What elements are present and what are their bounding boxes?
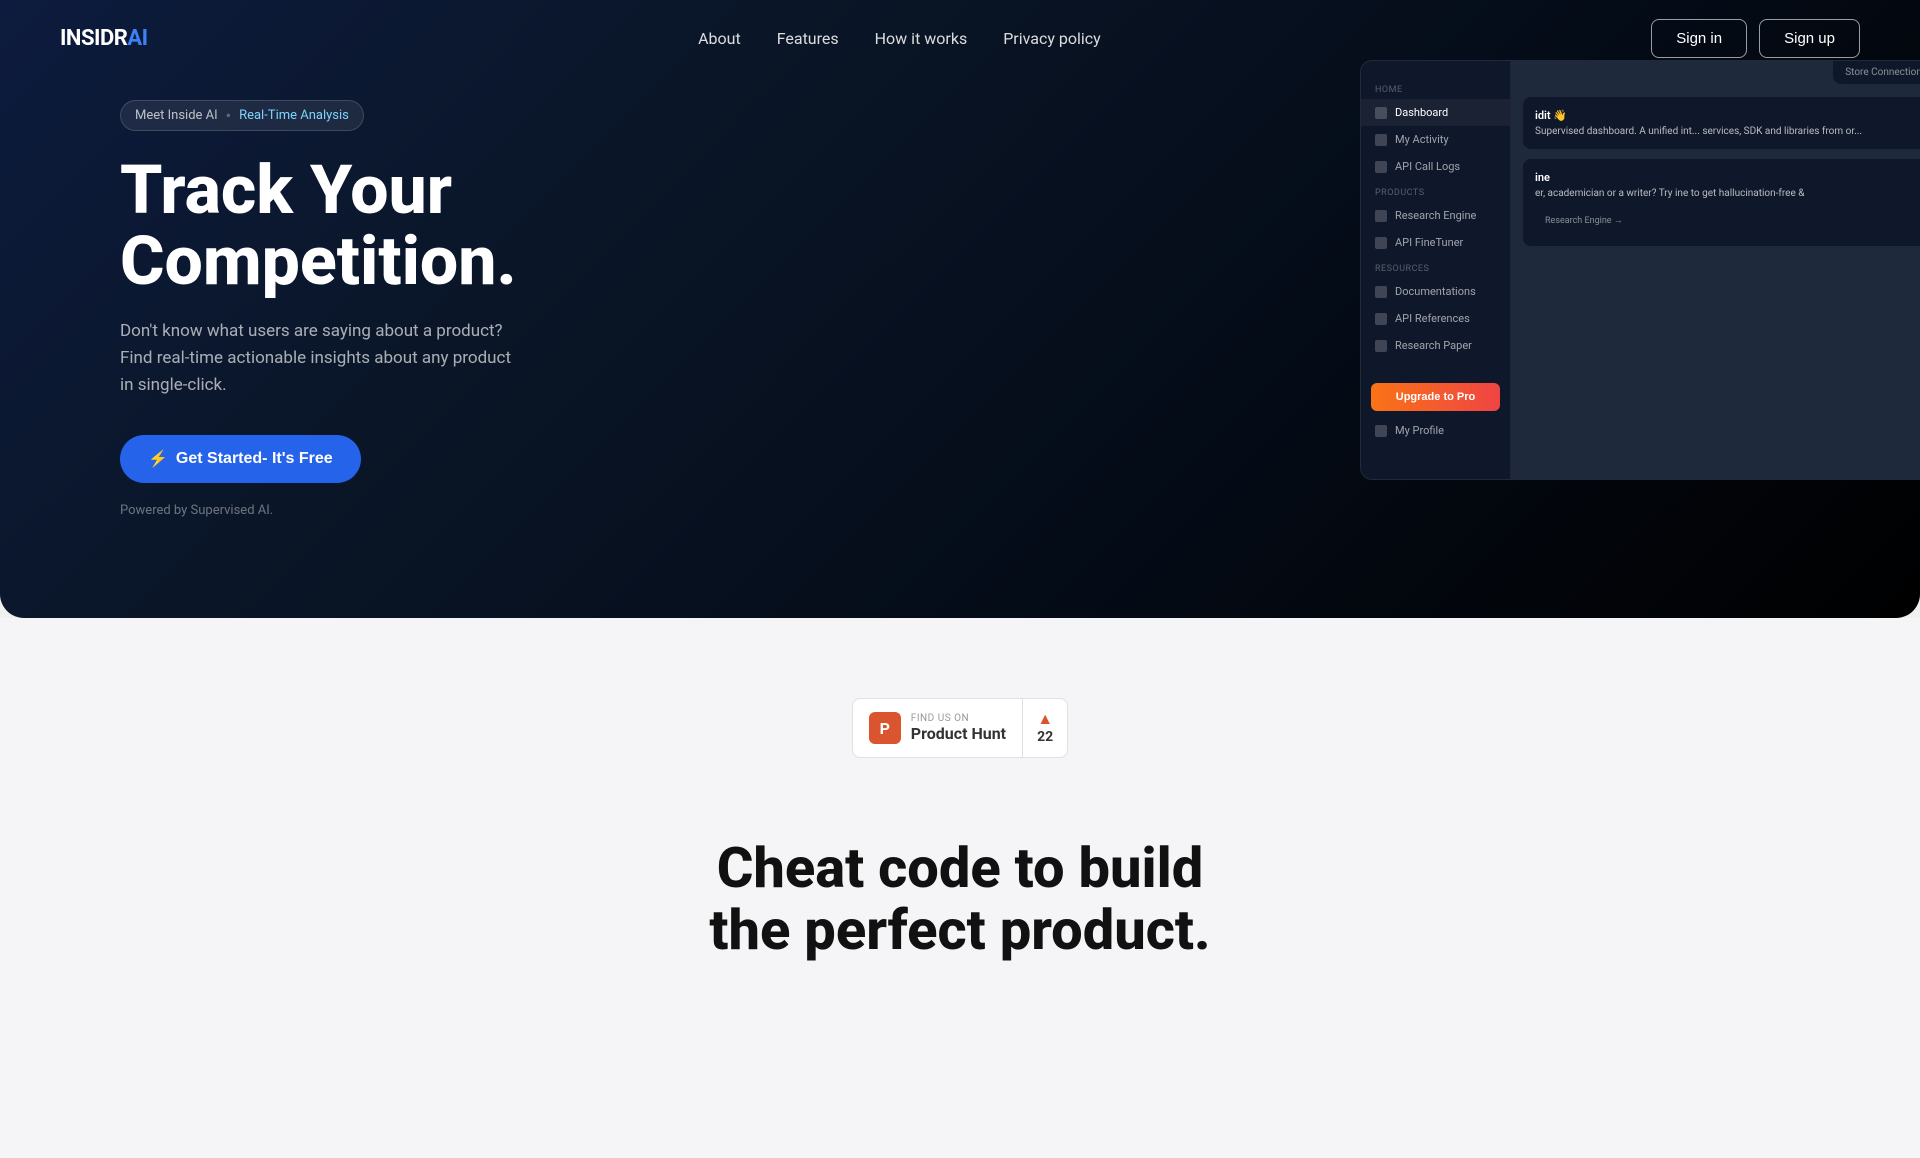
ph-text-block: FIND US ON Product Hunt — [911, 713, 1006, 743]
card-text-2: er, academician or a writer? Try ine to … — [1535, 188, 1915, 199]
cta-button[interactable]: ⚡ Get Started- It's Free — [120, 435, 361, 483]
api-logs-icon — [1375, 161, 1387, 173]
ph-arrow-icon: ▲ — [1037, 711, 1053, 727]
cta-label: Get Started- It's Free — [176, 450, 333, 468]
bottom-section-title: Cheat code to build the perfect product. — [660, 838, 1260, 961]
cta-icon: ⚡ — [148, 449, 168, 469]
sidebar-documentations[interactable]: Documentations — [1361, 278, 1510, 305]
ph-left: P FIND US ON Product Hunt — [853, 700, 1022, 756]
ph-find-us-text: FIND US ON — [911, 713, 1006, 724]
dashboard-mockup: HOME Dashboard My Activity API Call Logs… — [1360, 60, 1920, 480]
research-engine-link[interactable]: Research Engine → — [1535, 207, 1915, 234]
sidebar-my-profile[interactable]: My Profile — [1361, 417, 1510, 444]
sidebar-products-label: PRODUCTS — [1361, 180, 1510, 202]
profile-icon — [1375, 425, 1387, 437]
research-icon — [1375, 210, 1387, 222]
nav-buttons: Sign in Sign up — [1651, 19, 1860, 58]
card-text-1: Supervised dashboard. A unified int... s… — [1535, 126, 1915, 137]
brand-logo: INSIDRAI — [60, 26, 148, 51]
sidebar-research-engine[interactable]: Research Engine — [1361, 202, 1510, 229]
hero-content: Meet Inside AI • Real-Time Analysis Trac… — [0, 0, 520, 578]
sidebar-research-paper[interactable]: Research Paper — [1361, 332, 1510, 359]
navbar: INSIDRAI About Features How it works Pri… — [0, 0, 1920, 76]
sidebar-home-label: HOME — [1361, 77, 1510, 99]
hero-section: Meet Inside AI • Real-Time Analysis Trac… — [0, 0, 1920, 618]
nav-privacy[interactable]: Privacy policy — [1003, 29, 1101, 48]
nav-how-it-works[interactable]: How it works — [875, 29, 968, 48]
signin-button[interactable]: Sign in — [1651, 19, 1747, 58]
card-title-1: idit 👋 — [1535, 109, 1915, 122]
sidebar-api-call-logs[interactable]: API Call Logs — [1361, 153, 1510, 180]
fine-tuner-icon — [1375, 237, 1387, 249]
mockup-window: HOME Dashboard My Activity API Call Logs… — [1360, 60, 1920, 480]
signup-button[interactable]: Sign up — [1759, 19, 1860, 58]
product-hunt-badge-wrapper: P FIND US ON Product Hunt ▲ 22 — [0, 698, 1920, 798]
docs-icon — [1375, 286, 1387, 298]
sidebar-api-fine-tuner[interactable]: API FineTuner — [1361, 229, 1510, 256]
mockup-card-2: ine er, academician or a writer? Try ine… — [1523, 159, 1920, 246]
bottom-section: P FIND US ON Product Hunt ▲ 22 Cheat cod… — [0, 618, 1920, 1158]
badge-prefix-text: Meet Inside AI — [135, 108, 218, 123]
nav-about[interactable]: About — [698, 29, 741, 48]
sidebar-dashboard[interactable]: Dashboard — [1361, 99, 1510, 126]
ph-vote-count: 22 — [1037, 729, 1053, 745]
sidebar-my-activity[interactable]: My Activity — [1361, 126, 1510, 153]
hero-badge: Meet Inside AI • Real-Time Analysis — [120, 100, 364, 131]
dashboard-icon — [1375, 107, 1387, 119]
sidebar-resources-label: RESOURCES — [1361, 256, 1510, 278]
ph-title-text: Product Hunt — [911, 724, 1006, 743]
badge-highlight-text: Real-Time Analysis — [239, 108, 349, 123]
activity-icon — [1375, 134, 1387, 146]
upgrade-button[interactable]: Upgrade to Pro — [1371, 383, 1500, 411]
ph-vote-section: ▲ 22 — [1022, 699, 1067, 757]
card-title-2: ine — [1535, 171, 1915, 184]
hero-description: Don't know what users are saying about a… — [120, 318, 520, 400]
powered-by-text: Powered by Supervised AI. — [120, 503, 520, 518]
mockup-main-content: Store Connections idit 👋 Supervised dash… — [1511, 61, 1920, 479]
paper-icon — [1375, 340, 1387, 352]
sidebar-api-references[interactable]: API References — [1361, 305, 1510, 332]
product-hunt-badge[interactable]: P FIND US ON Product Hunt ▲ 22 — [852, 698, 1068, 758]
nav-links: About Features How it works Privacy poli… — [698, 29, 1101, 48]
mockup-sidebar: HOME Dashboard My Activity API Call Logs… — [1361, 61, 1511, 479]
ph-logo-icon: P — [869, 712, 901, 744]
mockup-card-1: idit 👋 Supervised dashboard. A unified i… — [1523, 97, 1920, 149]
api-ref-icon — [1375, 313, 1387, 325]
hero-title: Track Your Competition. — [120, 155, 520, 298]
nav-features[interactable]: Features — [777, 29, 839, 48]
